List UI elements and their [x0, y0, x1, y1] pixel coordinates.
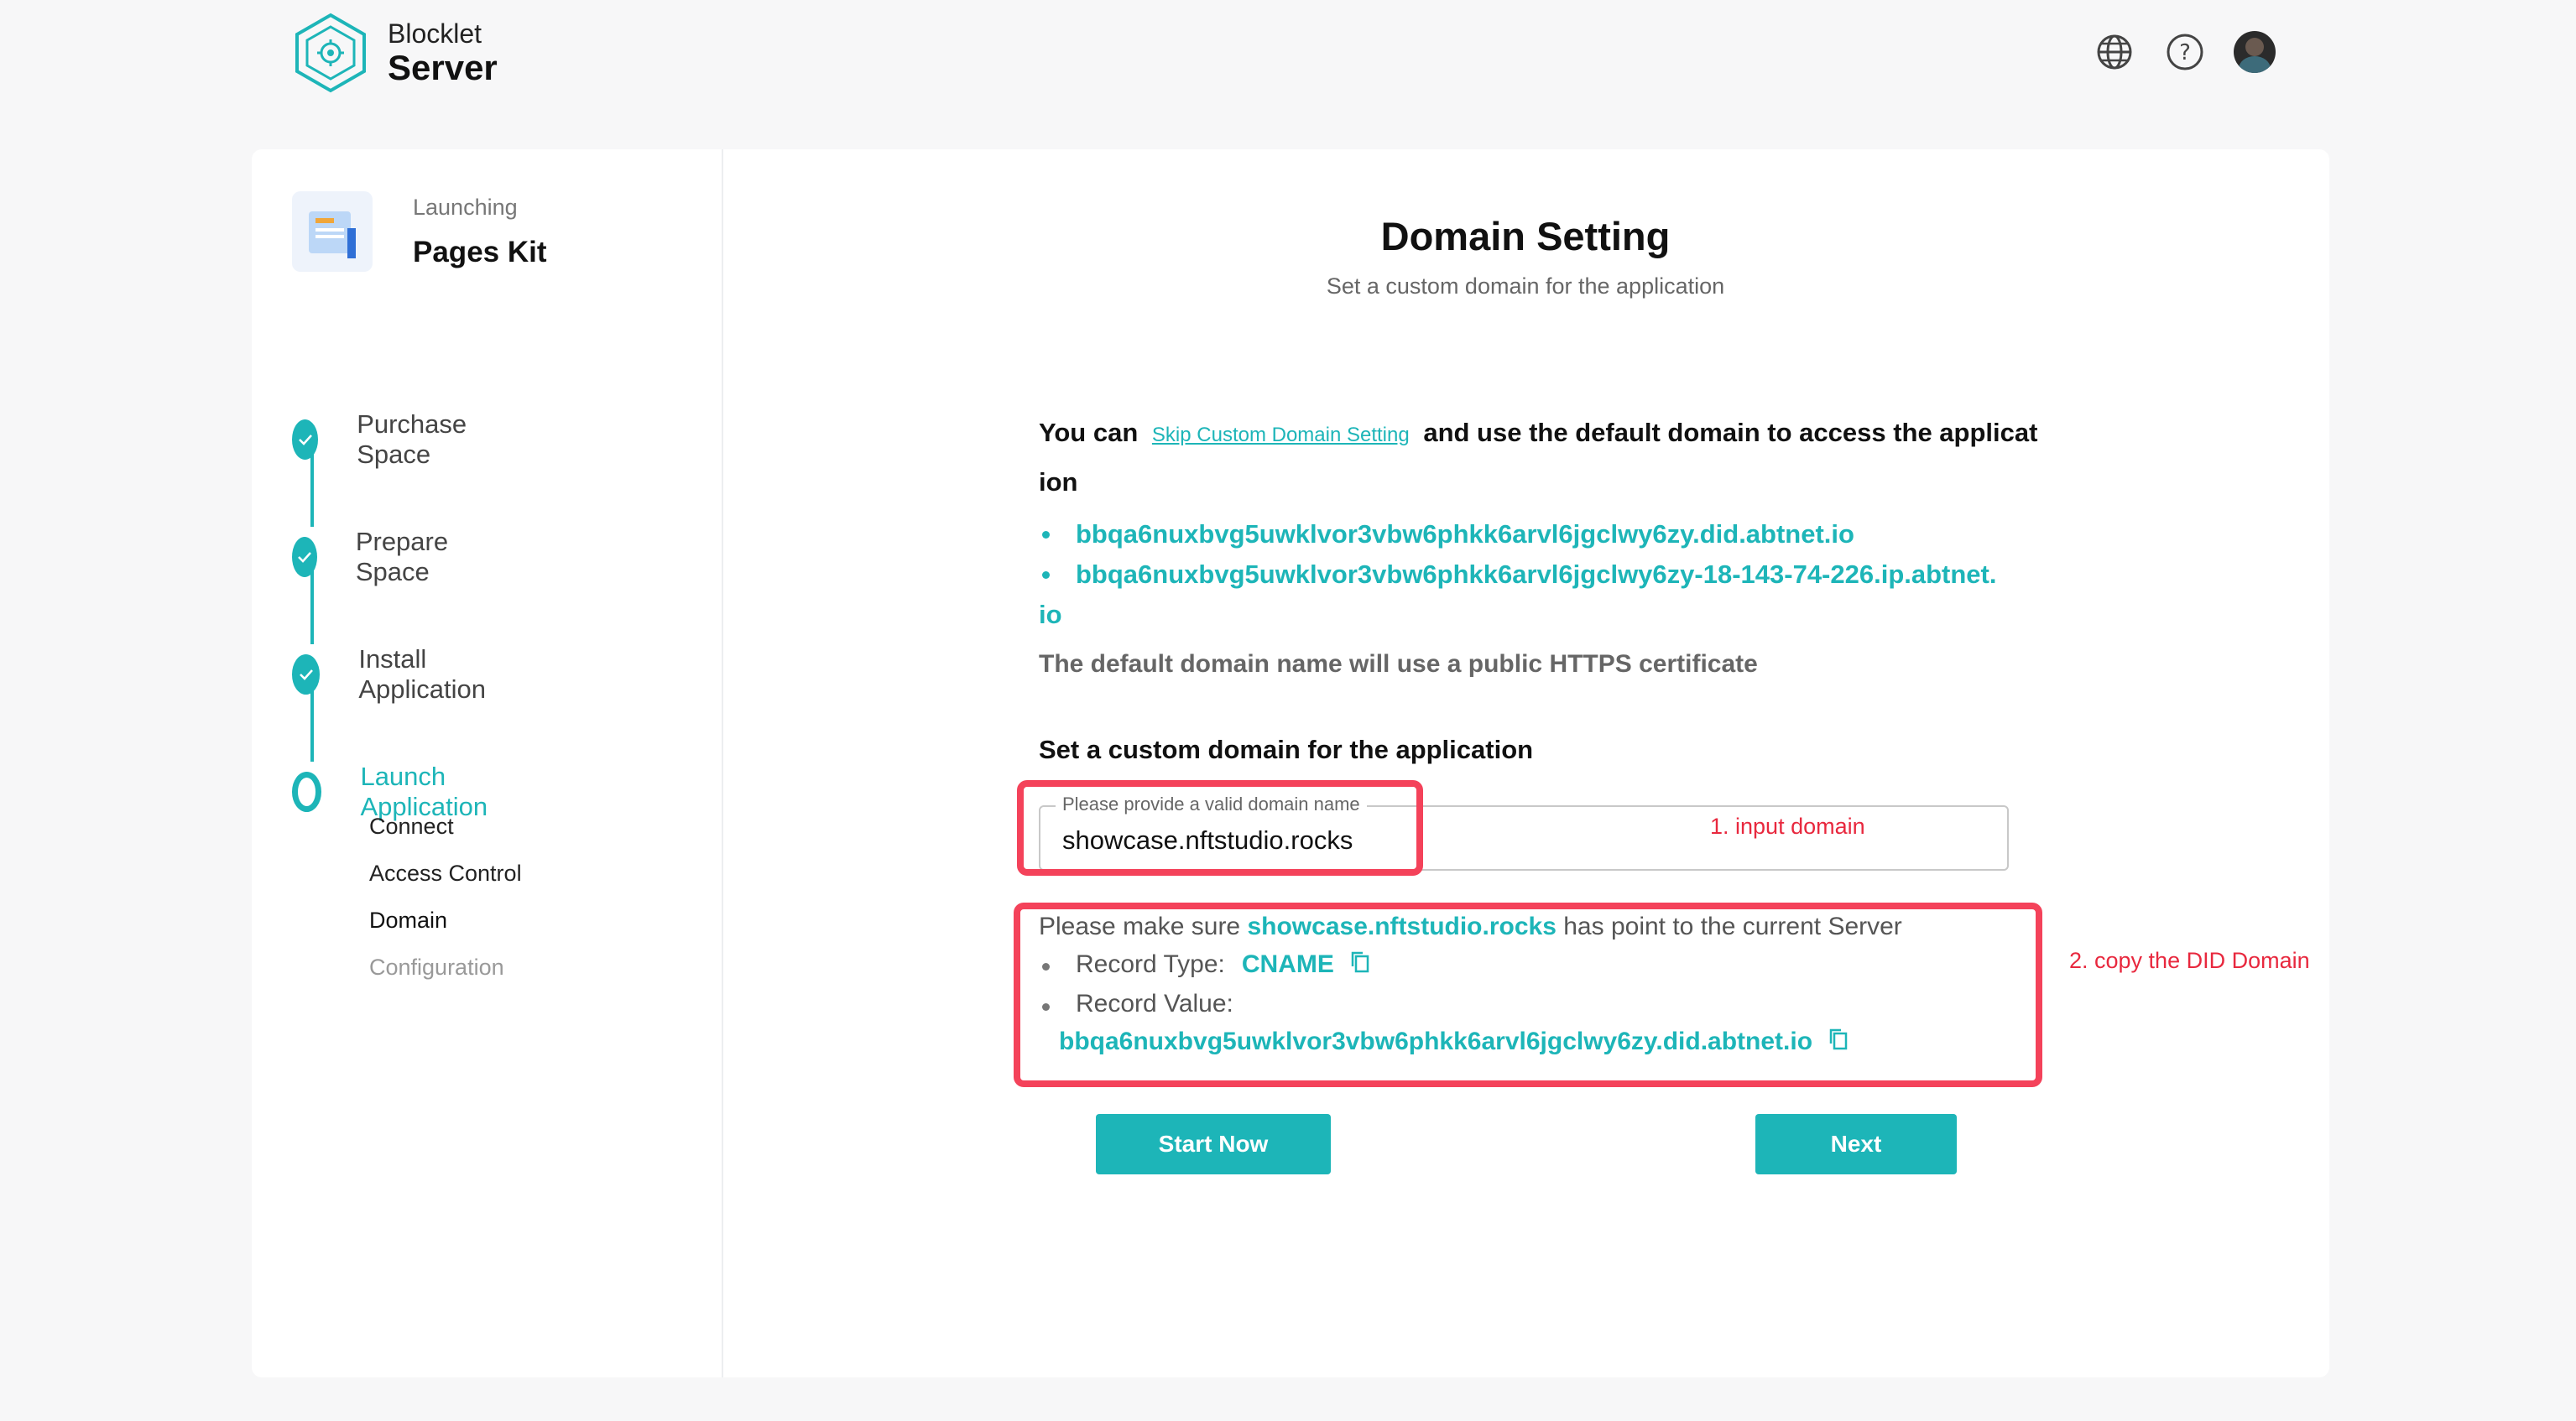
- intro-prefix: You can: [1039, 418, 1139, 447]
- substep-connect[interactable]: Connect: [369, 814, 454, 840]
- step-label: Install Application: [358, 644, 486, 704]
- annotation-copy-did-domain: 2. copy the DID Domain: [2069, 948, 2310, 973]
- blocklet-server-logo[interactable]: Blocklet Server: [290, 12, 498, 94]
- help-icon[interactable]: ?: [2163, 30, 2207, 74]
- step-install-application[interactable]: Install Application: [292, 644, 498, 705]
- annotation-box-input: [1017, 780, 1423, 876]
- brand-line-1: Blocklet: [388, 18, 482, 49]
- annotation-box-record: [1014, 903, 2042, 1087]
- svg-text:?: ?: [2179, 40, 2191, 65]
- check-icon: [292, 654, 321, 695]
- page-title: Domain Setting: [1380, 214, 1671, 258]
- default-domain-intro: You can Skip Custom Domain Setting and u…: [1039, 409, 2071, 506]
- custom-domain-heading: Set a custom domain for the application: [1039, 735, 1534, 764]
- app-name: Pages Kit: [413, 235, 547, 268]
- brand-line-2: Server: [388, 48, 498, 87]
- page-subtitle: Set a custom domain for the application: [1326, 273, 1725, 299]
- step-label: Prepare Space: [355, 527, 449, 586]
- step-prepare-space[interactable]: Prepare Space: [292, 527, 463, 587]
- default-domain-section: You can Skip Custom Domain Setting and u…: [1039, 409, 2071, 679]
- check-icon: [292, 537, 317, 577]
- default-domain-did[interactable]: bbqa6nuxbvg5uwklvor3vbw6phkk6arvl6jgclwy…: [1039, 514, 2071, 554]
- intro-suffix: and use the default domain to access the…: [1423, 418, 2038, 447]
- substep-access-control[interactable]: Access Control: [369, 861, 522, 887]
- substep-domain[interactable]: Domain: [369, 908, 447, 934]
- intro-suffix-wrap: ion: [1039, 467, 1078, 497]
- default-domain-list: bbqa6nuxbvg5uwklvor3vbw6phkk6arvl6jgclwy…: [1039, 514, 2071, 595]
- app-status: Launching: [413, 194, 518, 220]
- current-step-ring-icon: [292, 772, 322, 812]
- next-button[interactable]: Next: [1755, 1114, 1957, 1174]
- skip-custom-domain-link[interactable]: Skip Custom Domain Setting: [1152, 424, 1410, 446]
- launch-wizard-card: Launching Pages Kit Purchase Space Prepa…: [252, 149, 2329, 1377]
- wizard-sidebar: Launching Pages Kit Purchase Space Prepa…: [252, 149, 723, 1377]
- start-now-button[interactable]: Start Now: [1096, 1114, 1331, 1174]
- check-icon: [292, 419, 319, 460]
- avatar[interactable]: [2234, 31, 2276, 73]
- wizard-main: Domain Setting Set a custom domain for t…: [722, 149, 2329, 1377]
- annotation-input-domain: 1. input domain: [1710, 814, 1865, 839]
- step-label: Purchase Space: [357, 409, 467, 469]
- globe-icon[interactable]: [2093, 30, 2136, 74]
- step-purchase-space[interactable]: Purchase Space: [292, 409, 481, 470]
- pages-kit-app-icon: [292, 191, 373, 272]
- https-note: The default domain name will use a publi…: [1039, 650, 1758, 678]
- default-domain-ip[interactable]: bbqa6nuxbvg5uwklvor3vbw6phkk6arvl6jgclwy…: [1039, 554, 2071, 595]
- substep-configuration: Configuration: [369, 955, 504, 980]
- blocklet-logo-icon: [295, 13, 366, 93]
- default-domain-ip-wrap[interactable]: io: [1039, 595, 2071, 635]
